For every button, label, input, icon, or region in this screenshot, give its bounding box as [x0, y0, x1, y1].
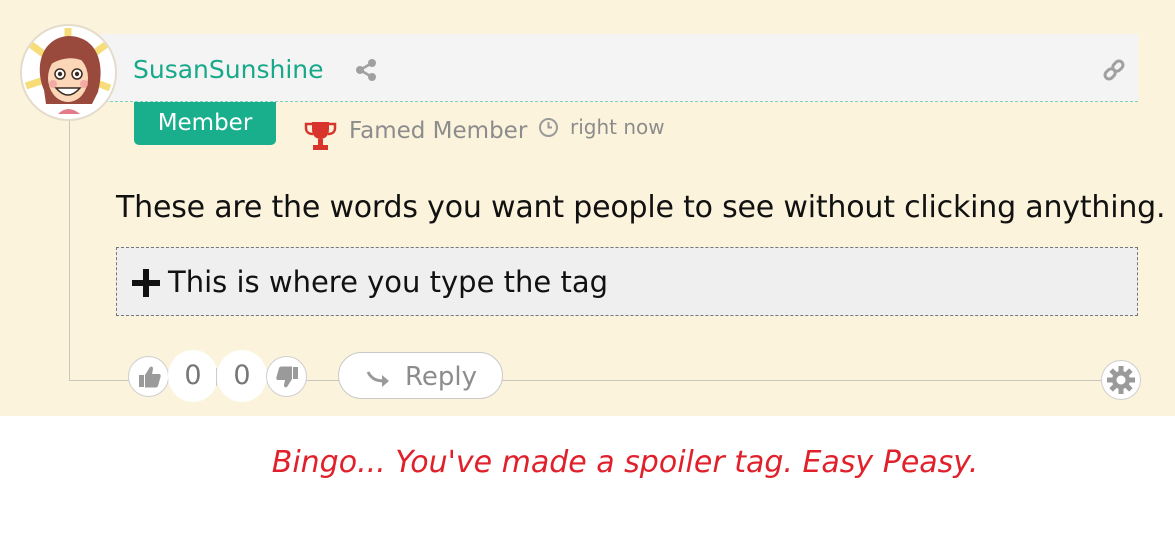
username-link[interactable]: SusanSunshine [133, 55, 324, 84]
reply-button[interactable]: Reply [338, 352, 503, 399]
reply-label[interactable]: Reply [405, 362, 477, 392]
upvote-button[interactable] [128, 356, 169, 397]
link-icon[interactable] [1101, 57, 1127, 83]
timestamp: right now [570, 115, 665, 139]
downvote-count: 0 [217, 350, 267, 402]
upvote-count: 0 [168, 350, 218, 402]
thread-line [69, 118, 70, 381]
comment-card: SusanSunshine Member Famed Member right … [0, 0, 1175, 416]
thumbs-up-icon [139, 366, 161, 388]
tutorial-caption: Bingo... You've made a spoiler tag. Easy… [271, 445, 979, 480]
downvote-button[interactable] [266, 356, 307, 397]
plus-icon[interactable] [131, 268, 161, 298]
rank-label: Famed Member [349, 118, 528, 144]
reply-arrow-icon [366, 368, 392, 388]
share-icon[interactable] [353, 57, 379, 83]
thumbs-down-icon [276, 366, 298, 388]
spoiler-toggle[interactable]: This is where you type the tag [116, 247, 1138, 316]
spoiler-label[interactable]: This is where you type the tag [168, 265, 608, 299]
trophy-icon [304, 120, 337, 152]
comment-body: These are the words you want people to s… [116, 190, 1166, 225]
avatar[interactable] [20, 24, 117, 121]
member-badge: Member [134, 102, 276, 145]
clock-icon [538, 117, 559, 138]
settings-button[interactable] [1101, 360, 1141, 400]
comment-header: SusanSunshine [100, 34, 1138, 102]
gear-icon [1107, 366, 1135, 394]
